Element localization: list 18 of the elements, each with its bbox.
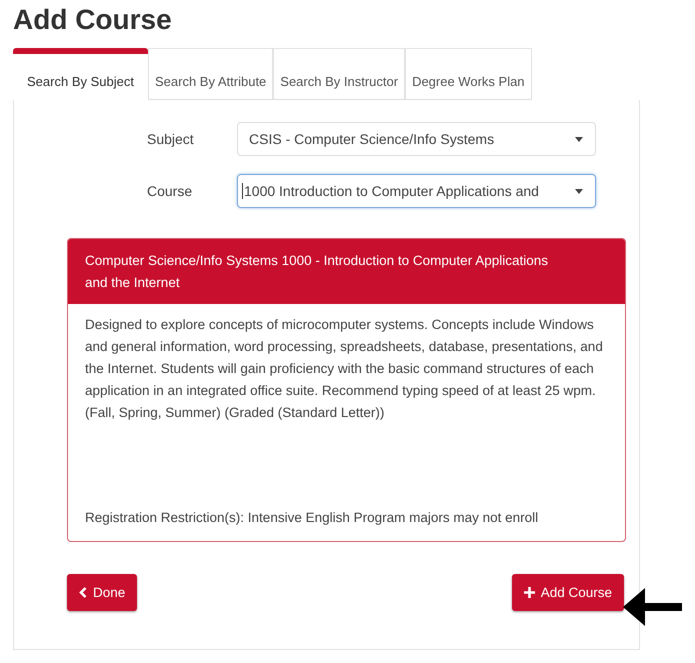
arrow-icon: [623, 588, 682, 626]
page-title: Add Course: [13, 3, 173, 37]
course-title: Computer Science/Info Systems 1000 - Introduction to Computer Applications and the Internet: [68, 239, 625, 304]
caret-icon: [575, 189, 583, 194]
field-label: Course: [146, 183, 194, 199]
caret-icon: [575, 137, 583, 142]
dropdown[interactable]: 1000 Introduction to Computer Applications and: [237, 174, 596, 208]
chevron-left-icon: [79, 587, 87, 598]
field-label: Subject: [146, 131, 195, 147]
restriction-text: Registration Restriction(s): Intensive English Program majors may not enroll: [85, 509, 540, 527]
plus-icon: [524, 587, 535, 598]
add-course-button[interactable]: Add Course: [512, 574, 624, 611]
done-button[interactable]: Done: [67, 574, 138, 611]
tab[interactable]: Search By Attribute: [148, 48, 274, 100]
dropdown[interactable]: CSIS - Computer Science/Info Systems: [237, 122, 596, 156]
tab[interactable]: Search By Instructor: [273, 48, 406, 100]
course-description: Designed to explore concepts of microcomputer systems. Concepts include Windows and general information, word processing, spreadsheets, database, presentations, and the Internet. Students will gain proficiency with the basic command structures of each application in an integrated office suite. Recommend typing speed of at least 25 wpm. (Fall, Spring, Summer) (Graded (Standard Letter)): [85, 316, 604, 422]
tab[interactable]: Degree Works Plan: [405, 48, 532, 100]
